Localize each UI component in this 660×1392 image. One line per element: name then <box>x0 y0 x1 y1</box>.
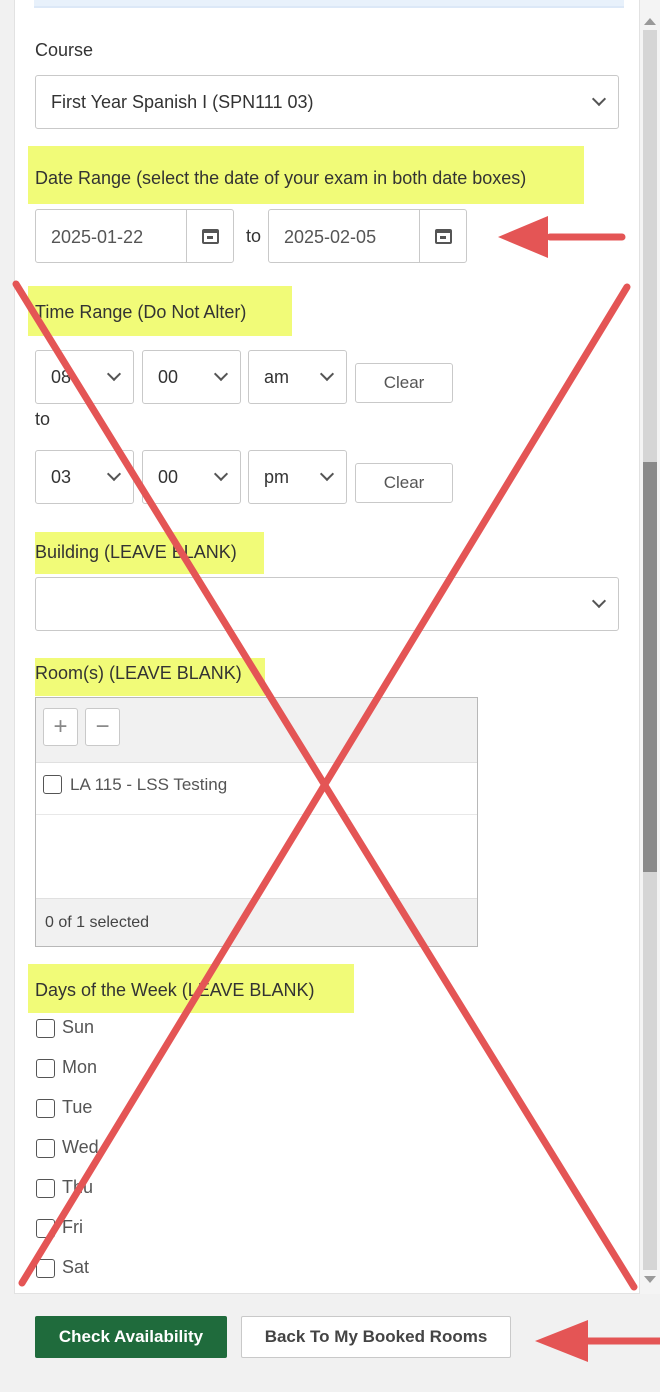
day-checkbox-fri[interactable] <box>36 1219 55 1238</box>
clear-end-time-button[interactable]: Clear <box>355 463 453 503</box>
start-ampm-select[interactable]: am <box>248 350 347 404</box>
start-date-calendar-button[interactable] <box>186 210 233 262</box>
start-hour-value: 08 <box>51 366 72 387</box>
chevron-down-icon <box>319 366 335 382</box>
scroll-up-arrow-icon[interactable] <box>644 18 656 25</box>
building-label: Building (LEAVE BLANK) <box>35 542 237 562</box>
day-label-thu: Thu <box>62 1177 94 1197</box>
start-date-value: 2025-01-22 <box>51 227 144 247</box>
list-item[interactable]: LA 115 - LSS Testing <box>36 763 477 815</box>
calendar-icon <box>435 229 452 244</box>
day-label-mon: Mon <box>62 1057 98 1077</box>
day-label-sat: Sat <box>62 1257 90 1277</box>
rooms-list-box: + − LA 115 - LSS Testing 0 of 1 selected <box>35 697 478 947</box>
end-ampm-select[interactable]: pm <box>248 450 347 504</box>
end-date-field[interactable]: 2025-02-05 <box>268 209 467 263</box>
remove-room-button[interactable]: − <box>85 708 120 746</box>
scrollbar[interactable] <box>640 0 660 1294</box>
chevron-down-icon <box>106 466 122 482</box>
chevron-down-icon <box>591 91 607 107</box>
day-checkbox-sat[interactable] <box>36 1259 55 1278</box>
rooms-selected-count: 0 of 1 selected <box>36 898 477 946</box>
chevron-down-icon <box>106 366 122 382</box>
start-minute-select[interactable]: 00 <box>142 350 241 404</box>
check-availability-button[interactable]: Check Availability <box>35 1316 227 1358</box>
course-label: Course <box>35 40 94 60</box>
day-checkbox-wed[interactable] <box>36 1139 55 1158</box>
rooms-toolbar: + − <box>36 698 477 763</box>
day-checkbox-sun[interactable] <box>36 1019 55 1038</box>
back-to-booked-rooms-button[interactable]: Back To My Booked Rooms <box>241 1316 511 1358</box>
course-select[interactable]: First Year Spanish I (SPN111 03) <box>35 75 619 129</box>
room-checkbox[interactable] <box>43 775 62 794</box>
end-minute-value: 00 <box>158 466 179 487</box>
day-label-fri: Fri <box>62 1217 83 1237</box>
clear-start-time-button[interactable]: Clear <box>355 363 453 403</box>
day-label-wed: Wed <box>62 1137 99 1157</box>
add-room-button[interactable]: + <box>43 708 78 746</box>
days-label: Days of the Week (LEAVE BLANK) <box>35 980 315 1000</box>
start-ampm-value: am <box>264 366 290 387</box>
course-value: First Year Spanish I (SPN111 03) <box>51 91 314 112</box>
day-label-sun: Sun <box>62 1017 95 1037</box>
end-date-calendar-button[interactable] <box>419 210 466 262</box>
day-checkbox-mon[interactable] <box>36 1059 55 1078</box>
time-range-label: Time Range (Do Not Alter) <box>35 302 247 322</box>
rooms-label: Room(s) (LEAVE BLANK) <box>35 663 242 683</box>
scroll-thumb[interactable] <box>643 462 657 872</box>
chevron-down-icon <box>591 593 607 609</box>
date-range-label: Date Range (select the date of your exam… <box>35 168 527 188</box>
calendar-icon <box>202 229 219 244</box>
top-strip <box>34 0 624 8</box>
day-label-tue: Tue <box>62 1097 93 1117</box>
scroll-down-arrow-icon[interactable] <box>644 1276 656 1283</box>
end-ampm-value: pm <box>264 466 290 487</box>
end-minute-select[interactable]: 00 <box>142 450 241 504</box>
start-date-field[interactable]: 2025-01-22 <box>35 209 234 263</box>
end-hour-select[interactable]: 03 <box>35 450 134 504</box>
chevron-down-icon <box>319 466 335 482</box>
date-range-to: to <box>246 226 262 246</box>
start-minute-value: 00 <box>158 366 179 387</box>
chevron-down-icon <box>213 466 229 482</box>
day-checkbox-tue[interactable] <box>36 1099 55 1118</box>
time-range-to: to <box>35 409 51 429</box>
day-checkbox-thu[interactable] <box>36 1179 55 1198</box>
start-hour-select[interactable]: 08 <box>35 350 134 404</box>
end-hour-value: 03 <box>51 466 72 487</box>
end-date-value: 2025-02-05 <box>284 227 377 247</box>
room-label: LA 115 - LSS Testing <box>70 775 228 794</box>
chevron-down-icon <box>213 366 229 382</box>
building-select[interactable] <box>35 577 619 631</box>
